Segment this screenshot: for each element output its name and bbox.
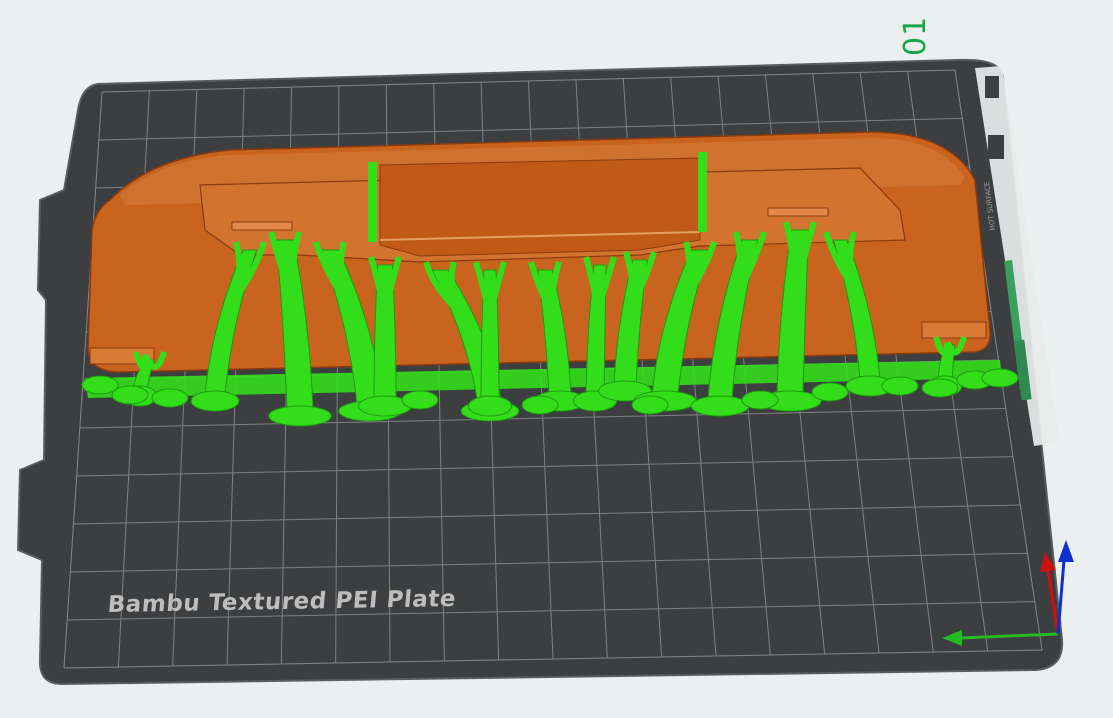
support-foot (631, 395, 669, 415)
3d-viewport[interactable]: HOT SURFACE 01 Bambu Textured PEI Plate (0, 0, 1113, 718)
support-foot (81, 375, 119, 395)
plate-number-label[interactable]: 01 (898, 16, 934, 56)
tree-support-base (268, 405, 332, 427)
support-foot (401, 390, 439, 410)
support-foot (111, 385, 149, 405)
plate-stripe-icon (988, 135, 1004, 159)
hot-surface-icon (985, 76, 999, 98)
model-lip-left (231, 221, 293, 231)
support-foot (981, 368, 1019, 388)
tree-support-base (690, 395, 750, 417)
support-pillar (698, 152, 707, 232)
tree-support-base (467, 395, 513, 417)
z-axis-arrow-icon (1058, 540, 1074, 562)
model-ledge-right (921, 321, 987, 339)
support-foot (811, 382, 849, 402)
support-foot (151, 388, 189, 408)
support-foot (741, 390, 779, 410)
model-lip-right (767, 207, 829, 217)
support-foot (921, 378, 959, 398)
support-foot (881, 376, 919, 396)
support-pillar (368, 162, 377, 242)
model-inner-bridge (379, 157, 701, 257)
tree-support-base (190, 390, 240, 412)
support-foot (521, 395, 559, 415)
